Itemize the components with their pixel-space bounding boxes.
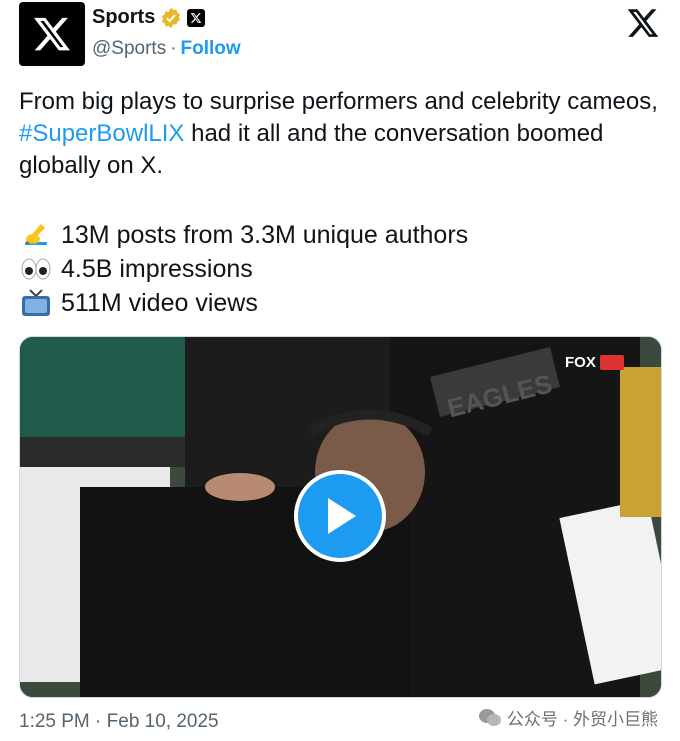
account-name-row: Sports <box>92 6 206 29</box>
stat-impressions-text: 4.5B impressions <box>61 255 253 283</box>
verified-badge-icon <box>162 7 181 28</box>
follow-button[interactable]: Follow <box>181 38 241 60</box>
eyes-icon <box>19 254 53 284</box>
watermark: 公众号 · 外贸小巨熊 <box>478 705 658 730</box>
wechat-icon <box>478 708 501 726</box>
post-timestamp[interactable]: 1:25 PM · Feb 10, 2025 <box>19 711 219 733</box>
watermark-text: 公众号 · 外贸小巨熊 <box>506 710 658 729</box>
network-logo-text: FOX <box>565 354 596 371</box>
x-brand-icon[interactable] <box>626 6 660 40</box>
stat-posts-text: 13M posts from 3.3M unique authors <box>61 221 469 249</box>
writing-hand-icon <box>19 220 53 250</box>
post-stats: 13M posts from 3.3M unique authors 4.5B … <box>19 218 468 320</box>
account-avatar[interactable] <box>19 2 85 66</box>
x-logo-icon <box>34 17 70 51</box>
affiliate-x-badge-icon <box>187 8 206 27</box>
play-button[interactable] <box>294 470 386 562</box>
post-text-intro: From big plays to surprise performers an… <box>19 88 658 115</box>
play-icon <box>328 498 356 534</box>
handle-row: @Sports · Follow <box>92 38 241 60</box>
account-handle[interactable]: @Sports <box>92 38 166 60</box>
stat-video-views-text: 511M video views <box>61 289 258 317</box>
hashtag-link[interactable]: #SuperBowlLIX <box>19 120 184 147</box>
stat-posts: 13M posts from 3.3M unique authors <box>19 218 468 252</box>
separator-dot: · <box>170 38 177 59</box>
television-icon <box>19 288 53 318</box>
post-text: From big plays to surprise performers an… <box>19 86 659 182</box>
stat-video-views: 511M video views <box>19 286 468 320</box>
account-name[interactable]: Sports <box>92 6 155 29</box>
stat-impressions: 4.5B impressions <box>19 252 468 286</box>
